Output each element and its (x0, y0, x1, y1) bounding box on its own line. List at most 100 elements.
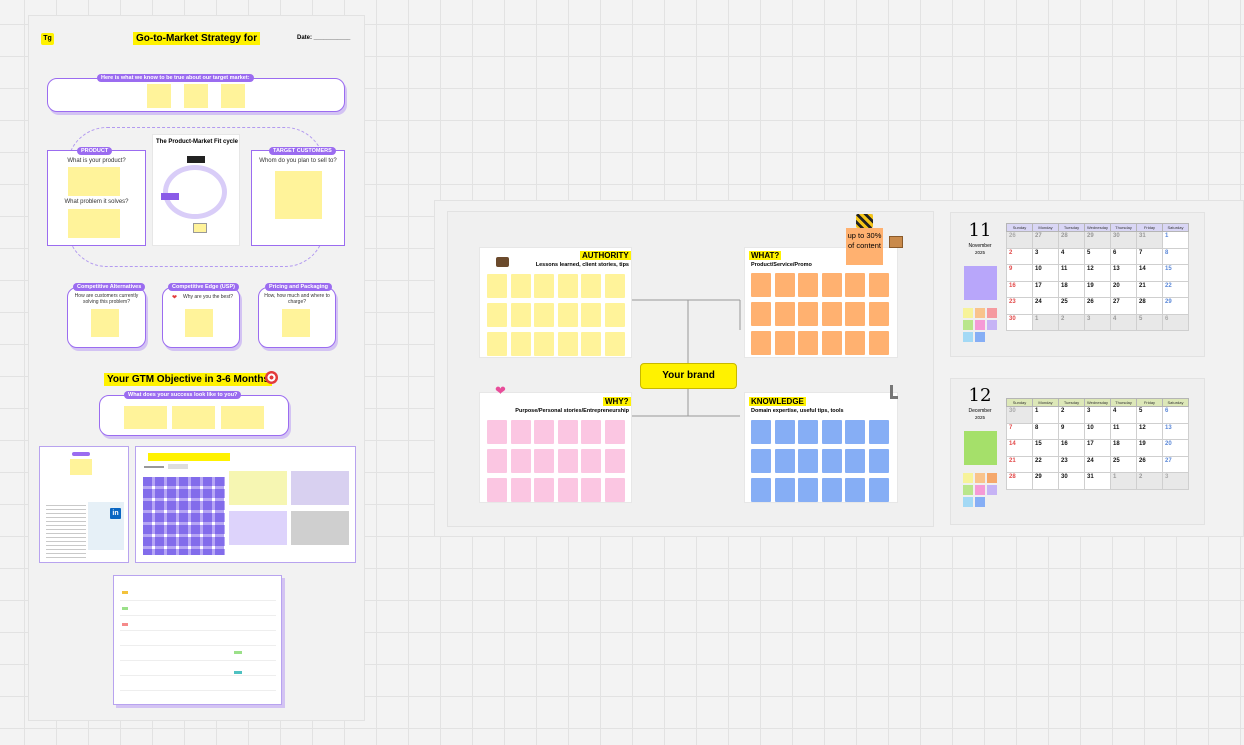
calendar-day-cell[interactable]: 11 (1110, 422, 1137, 440)
calendar-day-cell[interactable]: 8 (1162, 247, 1189, 265)
calendar-day-cell[interactable]: 12 (1084, 264, 1111, 282)
knowledge-sticky-grid[interactable] (751, 420, 889, 502)
calendar-day-cell[interactable]: 3 (1084, 406, 1111, 424)
calendar-day-cell[interactable]: 17 (1032, 280, 1059, 298)
purple-sticky[interactable] (964, 266, 997, 300)
calendar-day-cell[interactable]: 16 (1058, 439, 1085, 457)
calendar-day-cell[interactable]: 19 (1136, 439, 1163, 457)
sticky-mini[interactable] (987, 308, 997, 318)
calendar-day-cell[interactable]: 12 (1136, 422, 1163, 440)
december-calendar[interactable]: Sunday Monday Tuesday Wednesday Thursday Frid… (1006, 398, 1189, 490)
green-sticky[interactable] (964, 431, 997, 465)
calendar-day-cell[interactable]: 28 (1058, 231, 1085, 249)
calendar-day-cell[interactable]: 3 (1084, 313, 1111, 331)
calendar-day-cell[interactable]: 31 (1084, 472, 1111, 490)
calendar-day-cell[interactable]: 6 (1110, 247, 1137, 265)
sticky-mini[interactable] (987, 320, 997, 330)
calendar-day-cell[interactable]: 14 (1006, 439, 1033, 457)
calendar-day-cell[interactable]: 9 (1058, 422, 1085, 440)
calendar-day-cell[interactable]: 23 (1058, 455, 1085, 473)
sticky-mini[interactable] (987, 473, 997, 483)
calendar-day-cell[interactable]: 19 (1084, 280, 1111, 298)
calendar-day-cell[interactable]: 2 (1006, 247, 1033, 265)
calendar-day-cell[interactable]: 10 (1032, 264, 1059, 282)
calendar-day-cell[interactable]: 5 (1084, 247, 1111, 265)
calendar-day-cell[interactable]: 6 (1162, 313, 1189, 331)
calendar-day-cell[interactable]: 27 (1162, 455, 1189, 473)
sticky-mini[interactable] (963, 497, 973, 507)
calendar-day-cell[interactable]: 27 (1110, 297, 1137, 315)
why-sticky-grid[interactable] (487, 420, 625, 502)
calendar-day-cell[interactable]: 20 (1162, 439, 1189, 457)
sticky-mini[interactable] (975, 332, 985, 342)
calendar-day-cell[interactable]: 4 (1110, 406, 1137, 424)
calendar-day-cell[interactable]: 28 (1136, 297, 1163, 315)
calendar-day-cell[interactable]: 30 (1058, 472, 1085, 490)
calendar-day-cell[interactable]: 1 (1032, 313, 1059, 331)
calendar-day-cell[interactable]: 4 (1110, 313, 1137, 331)
sticky-mini[interactable] (975, 320, 985, 330)
calendar-day-cell[interactable]: 29 (1084, 231, 1111, 249)
calendar-day-cell[interactable]: 15 (1032, 439, 1059, 457)
calendar-day-cell[interactable]: 21 (1136, 280, 1163, 298)
sticky-mini[interactable] (987, 485, 997, 495)
sticky-mini[interactable] (963, 485, 973, 495)
calendar-day-cell[interactable]: 22 (1162, 280, 1189, 298)
calendar-day-cell[interactable]: 5 (1136, 313, 1163, 331)
calendar-day-cell[interactable]: 21 (1006, 455, 1033, 473)
calendar-day-cell[interactable]: 14 (1136, 264, 1163, 282)
calendar-day-cell[interactable]: 16 (1006, 280, 1033, 298)
calendar-day-cell[interactable]: 2 (1058, 406, 1085, 424)
calendar-day-cell[interactable]: 2 (1058, 313, 1085, 331)
calendar-day-cell[interactable]: 30 (1006, 313, 1033, 331)
calendar-day-cell[interactable]: 1 (1032, 406, 1059, 424)
calendar-day-cell[interactable]: 25 (1058, 297, 1085, 315)
calendar-day-cell[interactable]: 10 (1084, 422, 1111, 440)
calendar-day-cell[interactable]: 18 (1110, 439, 1137, 457)
calendar-day-cell[interactable]: 23 (1006, 297, 1033, 315)
calendar-day-cell[interactable]: 29 (1162, 297, 1189, 315)
calendar-day-cell[interactable]: 31 (1136, 231, 1163, 249)
calendar-day-cell[interactable]: 15 (1162, 264, 1189, 282)
calendar-day-cell[interactable]: 29 (1032, 472, 1059, 490)
brand-center-node[interactable]: Your brand (640, 363, 737, 389)
calendar-day-cell[interactable]: 8 (1032, 422, 1059, 440)
sticky-mini[interactable] (963, 332, 973, 342)
november-calendar[interactable]: Sunday Monday Tuesday Wednesday Thursday Frid… (1006, 223, 1189, 331)
calendar-day-cell[interactable]: 2 (1136, 472, 1163, 490)
calendar-day-cell[interactable]: 27 (1032, 231, 1059, 249)
calendar-day-cell[interactable]: 30 (1110, 231, 1137, 249)
sticky-mini[interactable] (975, 497, 985, 507)
what-note[interactable]: up to 30% of content (846, 228, 883, 265)
calendar-day-cell[interactable]: 26 (1084, 297, 1111, 315)
sticky-mini[interactable] (975, 485, 985, 495)
calendar-day-cell[interactable]: 22 (1032, 455, 1059, 473)
calendar-day-cell[interactable]: 1 (1110, 472, 1137, 490)
calendar-day-cell[interactable]: 24 (1032, 297, 1059, 315)
authority-sticky-grid[interactable] (487, 274, 625, 356)
calendar-day-cell[interactable]: 11 (1058, 264, 1085, 282)
calendar-day-cell[interactable]: 7 (1136, 247, 1163, 265)
sticky-mini[interactable] (963, 308, 973, 318)
sticky-mini[interactable] (975, 308, 985, 318)
calendar-day-cell[interactable]: 4 (1058, 247, 1085, 265)
calendar-day-cell[interactable]: 20 (1110, 280, 1137, 298)
calendar-day-cell[interactable]: 3 (1032, 247, 1059, 265)
sticky-mini[interactable] (963, 473, 973, 483)
calendar-day-cell[interactable]: 28 (1006, 472, 1033, 490)
calendar-day-cell[interactable]: 30 (1006, 406, 1033, 424)
sticky-mini[interactable] (975, 473, 985, 483)
calendar-day-cell[interactable]: 9 (1006, 264, 1033, 282)
sticky-mini[interactable] (963, 320, 973, 330)
calendar-day-cell[interactable]: 7 (1006, 422, 1033, 440)
calendar-day-cell[interactable]: 25 (1110, 455, 1137, 473)
calendar-day-cell[interactable]: 5 (1136, 406, 1163, 424)
calendar-day-cell[interactable]: 17 (1084, 439, 1111, 457)
what-sticky-grid[interactable] (751, 273, 889, 355)
calendar-day-cell[interactable]: 6 (1162, 406, 1189, 424)
calendar-day-cell[interactable]: 18 (1058, 280, 1085, 298)
calendar-day-cell[interactable]: 24 (1084, 455, 1111, 473)
calendar-day-cell[interactable]: 13 (1110, 264, 1137, 282)
calendar-day-cell[interactable]: 13 (1162, 422, 1189, 440)
calendar-day-cell[interactable]: 1 (1162, 231, 1189, 249)
